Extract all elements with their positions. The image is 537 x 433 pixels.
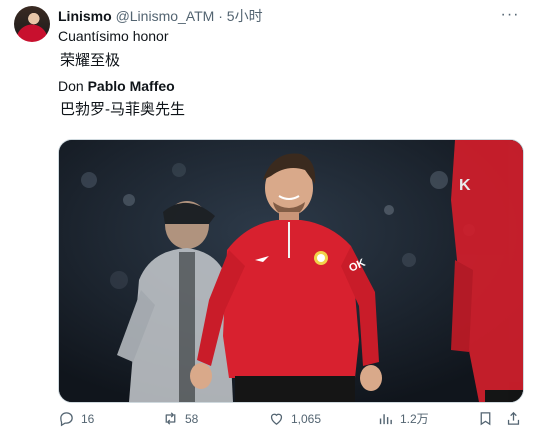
- svg-text:K: K: [459, 177, 471, 194]
- repost-count: 58: [185, 411, 199, 426]
- reply-button[interactable]: 16: [58, 410, 94, 427]
- tweet-text-line-4: 巴勃罗-马菲奥先生: [60, 101, 185, 118]
- tweet-text-line-2: 荣耀至极: [60, 52, 121, 69]
- author-name[interactable]: Linismo: [58, 8, 112, 24]
- repost-icon: [165, 412, 176, 425]
- reply-icon: [60, 412, 73, 427]
- share-button[interactable]: [505, 410, 522, 427]
- author-handle[interactable]: @Linismo_ATM: [116, 8, 215, 24]
- timestamp[interactable]: 5小时: [227, 8, 263, 24]
- share-icon: [507, 411, 520, 425]
- like-count: 1,065: [291, 411, 322, 426]
- tweet-photo[interactable]: K OK: [58, 139, 524, 403]
- views-count: 1.2万: [400, 412, 429, 426]
- avatar[interactable]: [14, 6, 50, 42]
- separator: ·: [218, 8, 223, 24]
- views-button[interactable]: 1.2万: [377, 410, 429, 427]
- player-photo-illustration: K OK: [59, 140, 523, 402]
- reply-count: 16: [81, 411, 95, 426]
- tweet-text-bold-name: Pablo Maffeo: [87, 78, 175, 94]
- repost-button[interactable]: 58: [162, 410, 198, 427]
- tweet-actions: 16 58 1,065 1.2万: [0, 408, 537, 432]
- tweet-text-line-3: Don Pablo Maffeo: [58, 77, 175, 95]
- more-icon[interactable]: ···: [501, 6, 519, 24]
- tweet-text-line-1: Cuantísimo honor: [58, 28, 169, 44]
- tweet-text-prefix: Don: [58, 78, 88, 94]
- bookmark-icon: [480, 412, 491, 426]
- like-button[interactable]: 1,065: [268, 410, 321, 427]
- views-icon: [379, 414, 392, 425]
- like-icon: [270, 413, 283, 425]
- bookmark-button[interactable]: [477, 410, 494, 427]
- tweet-header: Linismo @Linismo_ATM · 5小时: [58, 7, 263, 25]
